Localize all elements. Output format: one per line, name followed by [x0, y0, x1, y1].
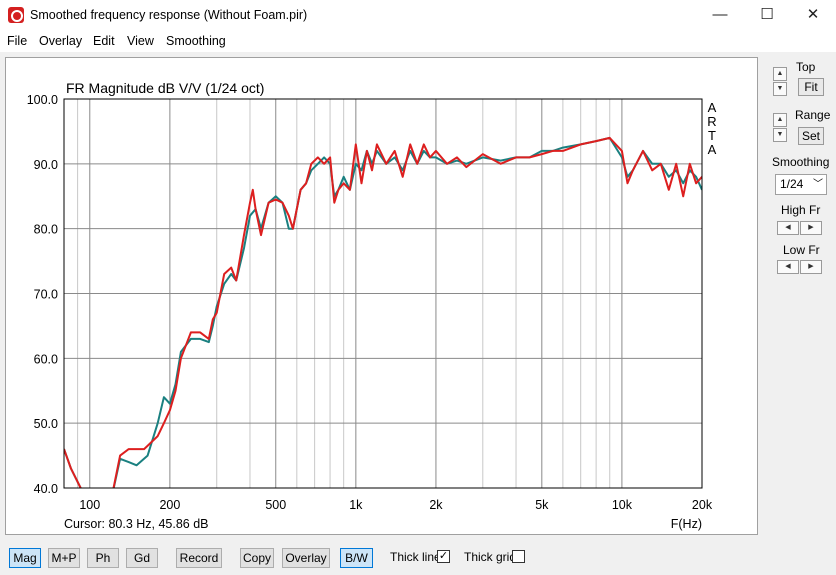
menu-bar: File Overlay Edit View Smoothing	[0, 31, 836, 52]
x-tick-label: 20k	[692, 498, 713, 512]
smoothing-value: 1/24	[780, 177, 804, 191]
menu-overlay[interactable]: Overlay	[39, 34, 82, 48]
window-title: Smoothed frequency response (Without Foa…	[30, 8, 308, 22]
y-tick-label: 90.0	[34, 158, 58, 172]
mag-button[interactable]: Mag	[9, 548, 41, 568]
high-fr-right-icon[interactable]: ▶	[800, 221, 822, 235]
x-tick-label: 5k	[535, 498, 549, 512]
record-button[interactable]: Record	[176, 548, 222, 568]
chart-panel[interactable]: FR Magnitude dB V/V (1/24 oct) 100 200 500 1…	[5, 57, 758, 535]
y-tick-label: 100.0	[27, 93, 58, 107]
copy-button[interactable]: Copy	[240, 548, 274, 568]
menu-view[interactable]: View	[127, 34, 154, 48]
chart-title: FR Magnitude dB V/V (1/24 oct)	[66, 80, 264, 96]
high-fr-label: High Fr	[781, 203, 821, 217]
x-tick-label: 10k	[612, 498, 633, 512]
x-tick-label: 500	[265, 498, 286, 512]
high-fr-left-icon[interactable]: ◀	[777, 221, 799, 235]
range-down-icon[interactable]: ▼	[773, 128, 787, 142]
ph-button[interactable]: Ph	[87, 548, 119, 568]
close-button[interactable]: ✕	[790, 0, 836, 31]
menu-file[interactable]: File	[7, 34, 27, 48]
smoothing-select[interactable]: 1/24 ﹀	[775, 174, 827, 195]
minimize-button[interactable]: —	[697, 0, 743, 31]
low-fr-label: Low Fr	[783, 243, 820, 257]
low-fr-left-icon[interactable]: ◀	[777, 260, 799, 274]
right-control-panel: ▲ ▼ Top Fit ▲ ▼ Range Set Smoothing 1/24…	[760, 57, 836, 297]
x-tick-label: 1k	[349, 498, 363, 512]
y-tick-label: 40.0	[34, 482, 58, 496]
gd-button[interactable]: Gd	[126, 548, 158, 568]
series-line-1	[64, 136, 702, 488]
cursor-readout: Cursor: 80.3 Hz, 45.86 dB	[64, 517, 209, 531]
top-label: Top	[796, 60, 816, 74]
range-label: Range	[795, 108, 831, 122]
side-label-letter: A	[708, 142, 717, 157]
thick-line-label: Thick line	[390, 550, 441, 564]
x-tick-label: 100	[79, 498, 100, 512]
side-label-letter: A	[708, 100, 717, 115]
set-button[interactable]: Set	[798, 127, 824, 145]
maximize-button[interactable]: ☐	[744, 0, 790, 31]
menu-smoothing[interactable]: Smoothing	[166, 34, 226, 48]
overlay-button[interactable]: Overlay	[282, 548, 330, 568]
thick-grid-checkbox[interactable]	[512, 550, 525, 563]
x-tick-label: 2k	[429, 498, 443, 512]
side-label-letter: T	[708, 128, 716, 143]
title-bar: Smoothed frequency response (Without Foa…	[0, 0, 836, 31]
y-tick-label: 60.0	[34, 352, 58, 366]
bw-button[interactable]: B/W	[340, 548, 373, 568]
x-tick-label: 200	[159, 498, 180, 512]
y-tick-label: 50.0	[34, 417, 58, 431]
low-fr-right-icon[interactable]: ▶	[800, 260, 822, 274]
series-line-0	[64, 136, 702, 488]
top-up-icon[interactable]: ▲	[773, 67, 787, 81]
y-tick-label: 70.0	[34, 288, 58, 302]
app-icon	[8, 7, 24, 23]
thick-line-checkbox[interactable]: ✓	[437, 550, 450, 563]
range-up-icon[interactable]: ▲	[773, 113, 787, 127]
x-axis-label: F(Hz)	[671, 517, 702, 531]
m-plus-p-button[interactable]: M+P	[48, 548, 80, 568]
fit-button[interactable]: Fit	[798, 78, 824, 96]
thick-grid-label: Thick grid	[464, 550, 517, 564]
y-tick-label: 80.0	[34, 223, 58, 237]
bottom-toolbar: Mag M+P Ph Gd Record Copy Overlay B/W Th…	[0, 540, 836, 575]
smoothing-label: Smoothing	[772, 155, 830, 169]
side-label-letter: R	[707, 114, 716, 129]
menu-edit[interactable]: Edit	[93, 34, 115, 48]
top-down-icon[interactable]: ▼	[773, 82, 787, 96]
frequency-response-chart[interactable]: FR Magnitude dB V/V (1/24 oct) 100 200 500 1…	[6, 58, 757, 534]
chevron-down-icon: ﹀	[813, 179, 823, 190]
